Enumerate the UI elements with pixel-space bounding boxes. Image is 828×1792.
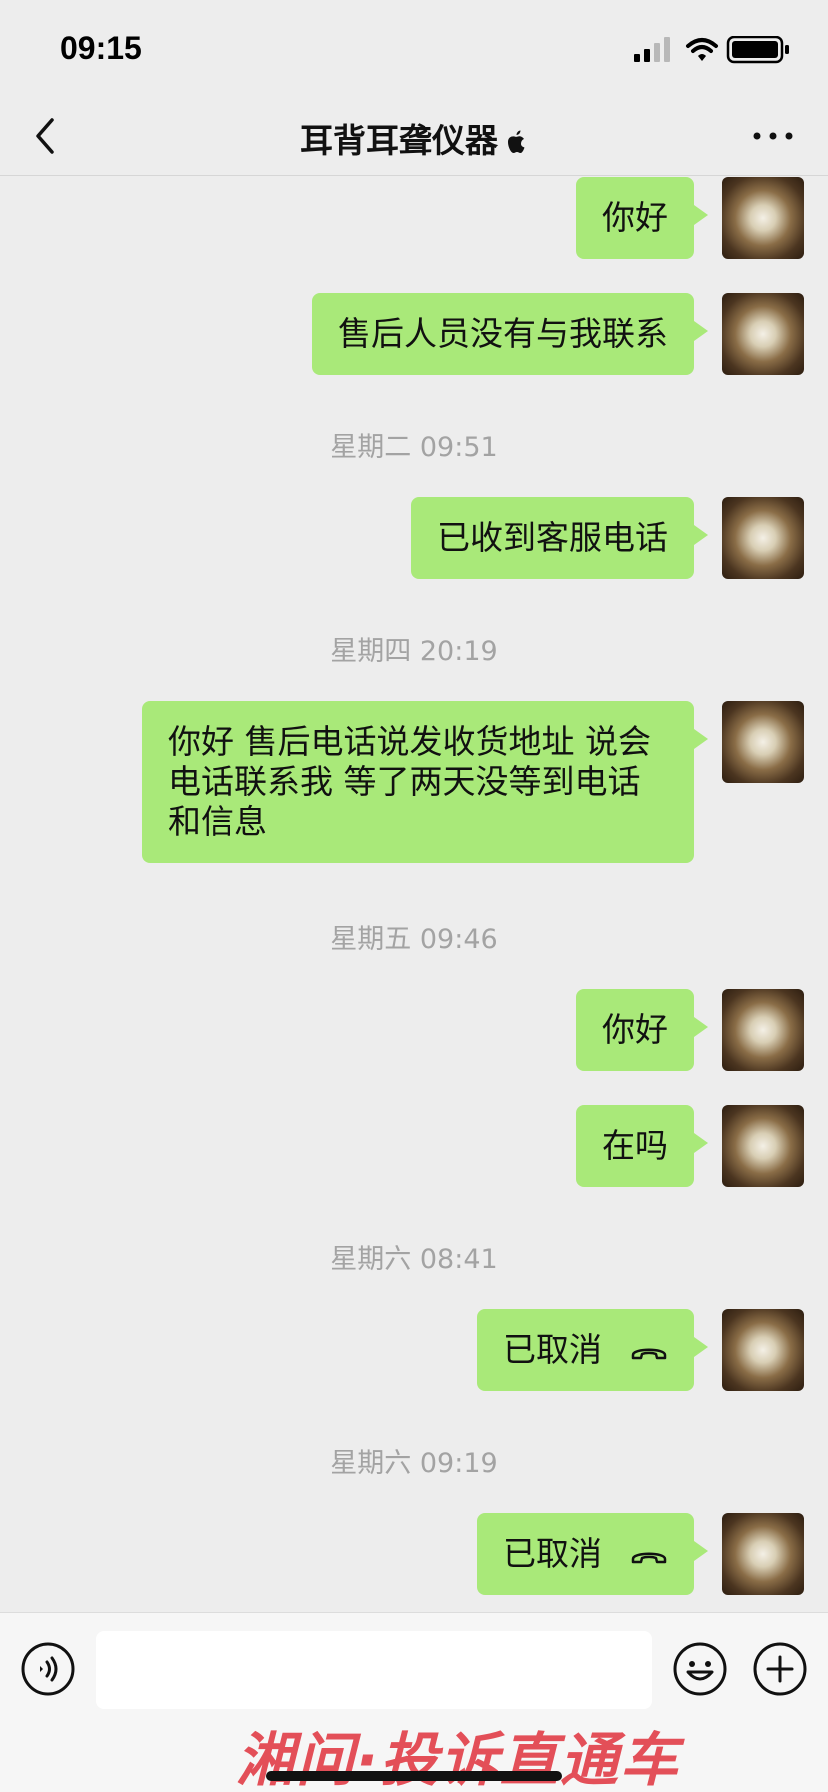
message-row: 已收到客服电话 <box>0 497 828 579</box>
avatar[interactable] <box>722 177 804 259</box>
chat-title-text: 耳背耳聋仪器 <box>300 121 498 160</box>
message-bubble[interactable]: 在吗 <box>576 1105 708 1187</box>
more-icon[interactable] <box>752 126 794 146</box>
avatar[interactable] <box>722 293 804 375</box>
timestamp: 星期六 09:19 <box>330 1448 498 1479</box>
avatar[interactable] <box>722 701 804 783</box>
call-status-text: 已取消 <box>503 1330 602 1369</box>
message-bubble[interactable]: 你好 售后电话说发收货地址 说会 电话联系我 等了两天没等到电话 和信息 <box>142 701 708 863</box>
message-row: 你好 售后电话说发收货地址 说会 电话联系我 等了两天没等到电话 和信息 <box>0 701 828 867</box>
message-row: 售后人员没有与我联系 <box>0 293 828 375</box>
status-icons <box>634 36 789 64</box>
phone-hangup-icon <box>631 1552 667 1563</box>
avatar[interactable] <box>722 1309 804 1391</box>
nav-bar: 耳背耳聋仪器 <box>0 100 828 176</box>
apple-icon <box>508 130 525 153</box>
message-row: 你好 <box>0 989 828 1071</box>
plus-icon[interactable] <box>752 1641 808 1697</box>
message-row: 你好 <box>0 177 828 259</box>
avatar[interactable] <box>722 989 804 1071</box>
input-bar: 湘问·投诉直通车 <box>0 1612 828 1792</box>
wifi-icon <box>686 38 718 61</box>
avatar[interactable] <box>722 497 804 579</box>
home-indicator <box>266 1771 562 1781</box>
message-bubble[interactable]: 你好 <box>576 989 708 1071</box>
message-row: 已取消 <box>0 1513 828 1595</box>
timestamp: 星期四 20:19 <box>330 636 498 667</box>
message-text-line: 和信息 <box>168 802 267 841</box>
timestamp: 星期五 09:46 <box>330 924 498 955</box>
emoji-icon[interactable] <box>672 1641 728 1697</box>
chat-title: 耳背耳聋仪器 <box>0 114 828 162</box>
timestamp: 星期二 09:51 <box>330 432 498 463</box>
avatar[interactable] <box>722 1105 804 1187</box>
message-input[interactable] <box>96 1631 652 1709</box>
message-bubble[interactable]: 已收到客服电话 <box>411 497 708 579</box>
message-text: 已收到客服电话 <box>437 518 668 557</box>
cellular-signal-icon <box>634 37 670 62</box>
call-bubble[interactable]: 已取消 <box>477 1309 708 1391</box>
status-time: 09:15 <box>60 30 142 66</box>
message-bubble[interactable]: 你好 <box>576 177 708 259</box>
message-text-line: 电话联系我 等了两天没等到电话 <box>168 762 641 801</box>
message-text: 在吗 <box>602 1126 668 1165</box>
call-status-text: 已取消 <box>503 1534 602 1573</box>
phone-hangup-icon <box>631 1348 667 1359</box>
message-row: 已取消 <box>0 1309 828 1391</box>
timestamp: 星期六 08:41 <box>330 1244 498 1275</box>
message-row: 在吗 <box>0 1105 828 1187</box>
message-text-line: 你好 售后电话说发收货地址 说会 <box>168 722 651 761</box>
avatar[interactable] <box>722 1513 804 1595</box>
call-bubble[interactable]: 已取消 <box>477 1513 708 1595</box>
voice-input-icon[interactable] <box>20 1641 76 1697</box>
message-text: 你好 <box>602 198 668 237</box>
message-text: 你好 <box>602 1010 668 1049</box>
status-bar: 09:15 <box>0 0 828 100</box>
message-bubble[interactable]: 售后人员没有与我联系 <box>312 293 708 375</box>
message-text: 售后人员没有与我联系 <box>338 314 668 353</box>
battery-icon <box>726 36 789 64</box>
chat-area[interactable]: 你好 售后人员没有与我联系 星期二 09:51 已收到客服电话 星期四 20:1… <box>0 177 828 1612</box>
